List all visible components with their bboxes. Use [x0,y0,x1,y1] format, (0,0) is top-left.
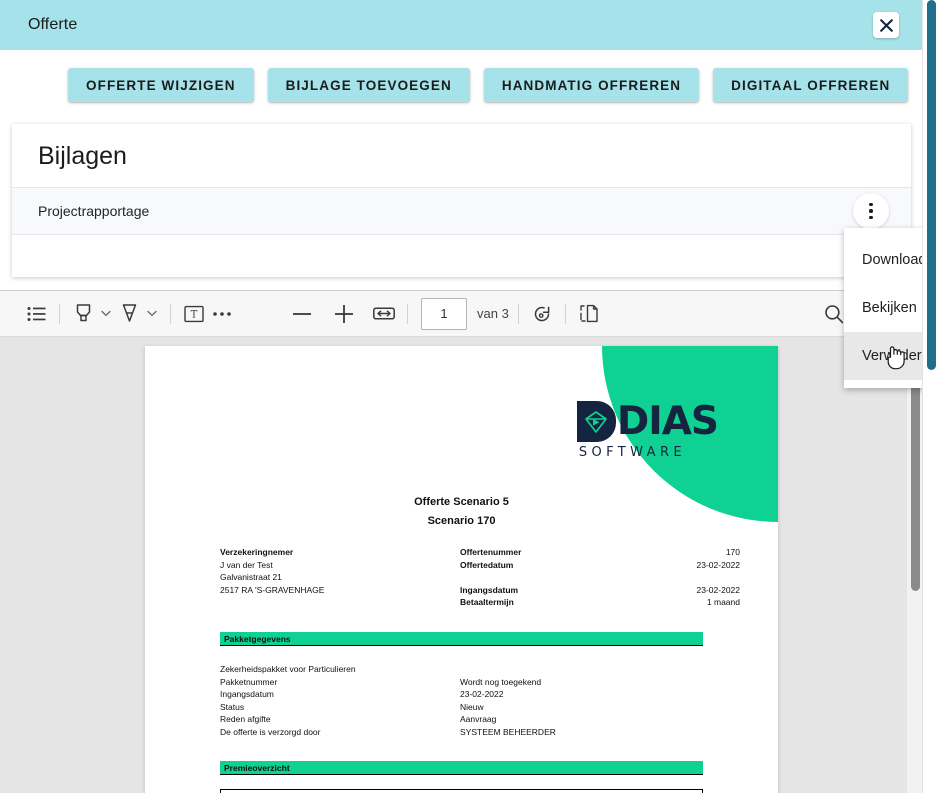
dias-subbrand: SOFTWARE [578,445,687,460]
svg-text:T: T [191,309,198,320]
list-outline-icon[interactable] [22,300,50,328]
policyholder-block: Verzekeringnemer J van der Test Galvanis… [220,546,460,609]
pdf-page: DIAS SOFTWARE Offerte Scenario 5 Scenari… [145,346,778,793]
kebab-menu-icon [869,202,873,207]
page-scrollbar-thumb[interactable] [927,0,936,370]
document-title-line2: Scenario 170 [427,515,496,527]
document-meta-block: Verzekeringnemer J van der Test Galvanis… [220,546,740,609]
highlighter-icon[interactable] [69,300,97,328]
quote-field-value: 23-02-2022 [696,559,740,570]
quote-field-label: Offertedatum [460,559,514,570]
pdf-viewer: T 1 van 3 DIAS SOFTWARE Offerte Scenario… [0,290,923,793]
quote-field-row: Offertenummer 170 [460,546,740,559]
toolbar-divider [564,303,566,324]
attachments-card-footer [12,235,911,277]
pakket-row: Pakketnummer Wordt nog toegekend [220,676,703,689]
page-number-input[interactable] [421,297,467,330]
pakketgegevens-content: Zekerheidspakket voor Particulieren Pakk… [220,663,703,739]
kebab-menu-icon-dot [869,209,873,213]
bijlage-toevoegen-button[interactable]: BIJLAGE TOEVOEGEN [267,68,470,102]
zoom-out-button[interactable] [288,300,316,328]
rotate-icon[interactable] [528,300,556,328]
attachments-card-title: Bijlagen [38,142,127,170]
menu-item-bekijken[interactable]: Bekijken [844,284,923,332]
dias-wordmark: DIAS [616,399,719,444]
pakket-row: Status Nieuw [220,701,703,714]
toolbar-divider [517,303,519,324]
page-view-icon[interactable] [575,300,603,328]
dias-logo: DIAS SOFTWARE [576,399,719,460]
menu-item-download[interactable]: Download [844,236,923,284]
pakket-value: Aanvraag [460,714,497,725]
fit-to-width-icon[interactable] [370,300,398,328]
offerte-wijzigen-button[interactable]: OFFERTE WIJZIGEN [68,68,254,102]
quote-field-spacer [460,571,740,584]
attachment-name: Projectrapportage [38,203,150,219]
policyholder-street: Galvanistraat 21 [220,572,282,583]
text-box-icon[interactable]: T [180,300,208,328]
pakket-label: De offerte is verzorgd door [220,726,321,737]
quote-field-row: Betaaltermijn 1 maand [460,596,740,609]
policyholder-name: J van der Test [220,559,273,570]
dias-diamond-icon [576,401,616,442]
page-total-label: van 3 [477,306,509,321]
zoom-in-button[interactable] [330,300,358,328]
attachment-list-item[interactable]: Projectrapportage [12,187,911,235]
menu-item-verwijderen[interactable]: Verwijderen [844,332,923,380]
quote-field-label: Ingangsdatum [460,584,519,595]
pakket-subtitle: Zekerheidspakket voor Particulieren [220,664,356,674]
dialog-title: Offerte [28,16,78,33]
quote-field-value: 1 maand [706,597,740,608]
pakket-row: Ingangsdatum 23-02-2022 [220,688,703,701]
attachment-menu-button[interactable] [853,193,889,229]
pakket-value: Wordt nog toegekend [460,676,542,687]
pakket-label: Status [220,701,245,712]
quote-field-value: 23-02-2022 [696,584,740,595]
pakket-value: 23-02-2022 [460,689,504,700]
offerte-dialog: Offerte OFFERTE WIJZIGEN BIJLAGE TOEVOEG… [0,0,923,793]
highlighter-chevron-down-icon[interactable] [97,301,115,327]
pdf-toolbar: T 1 van 3 [0,291,923,337]
section-header-pakketgegevens: Pakketgegevens [220,632,703,646]
toolbar-divider [59,303,60,324]
section-header-premieoverzicht: Premieoverzicht [220,761,703,775]
toolbar-divider [170,303,171,324]
quote-field-label: Betaaltermijn [460,597,514,608]
dialog-header: Offerte [0,0,923,50]
marker-pen-icon[interactable] [115,300,143,328]
attachments-card: Bijlagen Projectrapportage [12,124,911,277]
pakket-row: De offerte is verzorgd door SYSTEEM BEHE… [220,726,703,739]
quote-field-row: Ingangsdatum 23-02-2022 [460,584,740,597]
quote-fields-block: Offertenummer 170 Offertedatum 23-02-202… [460,546,740,609]
document-title-line1: Offerte Scenario 5 [414,496,509,508]
premieoverzicht-table [220,789,703,793]
close-icon [879,18,893,32]
pakket-value: SYSTEEM BEHEERDER [460,726,556,737]
policyholder-city: 2517 RA 'S-GRAVENHAGE [220,584,325,595]
handmatig-offreren-button[interactable]: HANDMATIG OFFREREN [483,68,700,102]
pakket-label: Reden afgifte [220,714,271,725]
pdf-scrollbar-track[interactable] [907,337,923,793]
marker-chevron-down-icon[interactable] [143,301,161,327]
policyholder-heading: Verzekeringnemer [220,547,294,557]
pakket-value: Nieuw [460,701,484,712]
attachment-context-menu: Download Bekijken Verwijderen [844,228,923,388]
quote-field-label: Offertenummer [460,547,522,557]
quote-field-row: Offertedatum 23-02-2022 [460,559,740,572]
pakket-row: Reden afgifte Aanvraag [220,713,703,726]
pakket-label: Ingangsdatum [220,689,274,700]
kebab-menu-icon-dot [869,215,873,220]
toolbar-divider [407,303,408,324]
quote-field-value: 170 [725,547,740,557]
pakket-label: Pakketnummer [220,676,278,687]
digitaal-offreren-button[interactable]: DIGITAAL OFFREREN [713,68,909,102]
close-button[interactable] [873,12,899,38]
more-options-icon[interactable] [208,300,236,328]
action-button-bar: OFFERTE WIJZIGEN BIJLAGE TOEVOEGEN HANDM… [0,50,923,120]
pdf-scroll-area[interactable]: DIAS SOFTWARE Offerte Scenario 5 Scenari… [0,337,923,793]
